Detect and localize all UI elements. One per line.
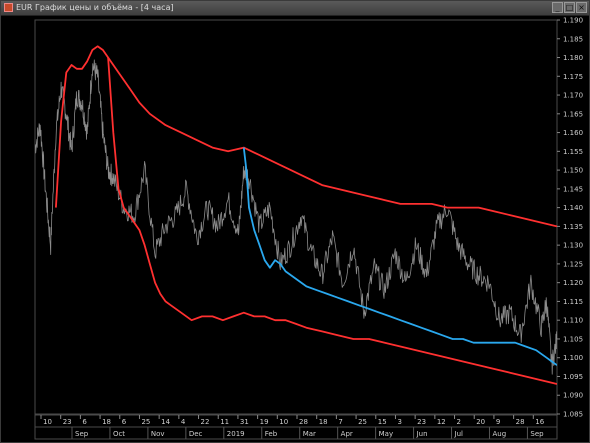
x-day-label: 10: [43, 418, 52, 426]
x-day-label: 3: [397, 418, 401, 426]
x-month-label: Oct: [113, 430, 125, 438]
y-tick-label: 1.130: [563, 242, 583, 250]
x-month-label: Jun: [416, 430, 428, 438]
y-tick-label: 1.155: [563, 148, 583, 156]
y-tick-label: 1.090: [563, 392, 583, 400]
maximize-button[interactable]: □: [564, 2, 575, 13]
x-day-label: 6: [122, 418, 127, 426]
chart-window-icon: [4, 3, 13, 12]
x-month-label: Jul: [454, 430, 464, 438]
x-day-label: 10: [279, 418, 288, 426]
x-day-label: 23: [63, 418, 72, 426]
x-day-label: 14: [161, 418, 170, 426]
x-day-label: 6: [82, 418, 87, 426]
x-day-label: 22: [201, 418, 210, 426]
x-month-label: Sep: [75, 430, 89, 438]
x-month-label: Nov: [151, 430, 165, 438]
x-day-label: 7: [338, 418, 342, 426]
x-day-label: 12: [437, 418, 446, 426]
x-month-label: Dec: [189, 430, 203, 438]
window-titlebar[interactable]: EUR График цены и объёма - [4 часа] _ □ …: [1, 1, 589, 16]
x-month-label: Sep: [530, 430, 544, 438]
x-day-label: 19: [260, 418, 269, 426]
x-month-label: May: [379, 430, 393, 438]
y-tick-label: 1.175: [563, 73, 583, 81]
y-tick-label: 1.180: [563, 54, 583, 62]
window-controls: _ □ ×: [552, 2, 587, 13]
x-month-label: 2019: [227, 430, 245, 438]
y-tick-label: 1.190: [563, 17, 583, 25]
y-tick-label: 1.140: [563, 204, 583, 212]
y-tick-label: 1.120: [563, 279, 583, 287]
x-month-label: Mar: [303, 430, 316, 438]
price-chart[interactable]: 1.190 1.185 1.180 1.175 1.170 1.165 1.160 1.155…: [1, 16, 589, 443]
y-tick-label: 1.165: [563, 110, 583, 118]
x-day-label: 31: [240, 418, 249, 426]
close-button[interactable]: ×: [576, 2, 587, 13]
x-day-label: 23: [417, 418, 426, 426]
x-day-label: 28: [299, 418, 308, 426]
y-tick-label: 1.100: [563, 354, 583, 362]
x-day-label: 9: [496, 418, 500, 426]
x-day-label: 28: [516, 418, 525, 426]
y-tick-label: 1.170: [563, 92, 583, 100]
x-month-label: Feb: [265, 430, 278, 438]
x-day-label: 25: [358, 418, 367, 426]
x-day-label: 18: [319, 418, 328, 426]
y-tick-label: 1.085: [563, 411, 583, 419]
y-tick-label: 1.135: [563, 223, 583, 231]
y-tick-label: 1.160: [563, 129, 583, 137]
x-day-label: 2: [457, 418, 461, 426]
x-day-label: 20: [476, 418, 485, 426]
y-tick-label: 1.105: [563, 335, 583, 343]
x-day-label: 11: [220, 418, 229, 426]
x-day-label: 15: [378, 418, 387, 426]
y-tick-label: 1.115: [563, 298, 583, 306]
x-day-label: 16: [535, 418, 544, 426]
minimize-button[interactable]: _: [552, 2, 563, 13]
y-tick-label: 1.125: [563, 260, 583, 268]
y-tick-label: 1.150: [563, 167, 583, 175]
x-month-label: Apr: [341, 430, 353, 438]
y-tick-label: 1.095: [563, 373, 583, 381]
chart-window: EUR График цены и объёма - [4 часа] _ □ …: [0, 0, 590, 443]
y-tick-label: 1.110: [563, 317, 583, 325]
y-tick-label: 1.185: [563, 35, 583, 43]
x-day-label: 4: [181, 418, 186, 426]
y-tick-label: 1.145: [563, 185, 583, 193]
x-day-label: 18: [102, 418, 111, 426]
plot-area[interactable]: [34, 19, 558, 415]
x-month-label: Aug: [492, 430, 506, 438]
window-title: EUR График цены и объёма - [4 часа]: [16, 3, 174, 12]
x-day-label: 25: [141, 418, 150, 426]
